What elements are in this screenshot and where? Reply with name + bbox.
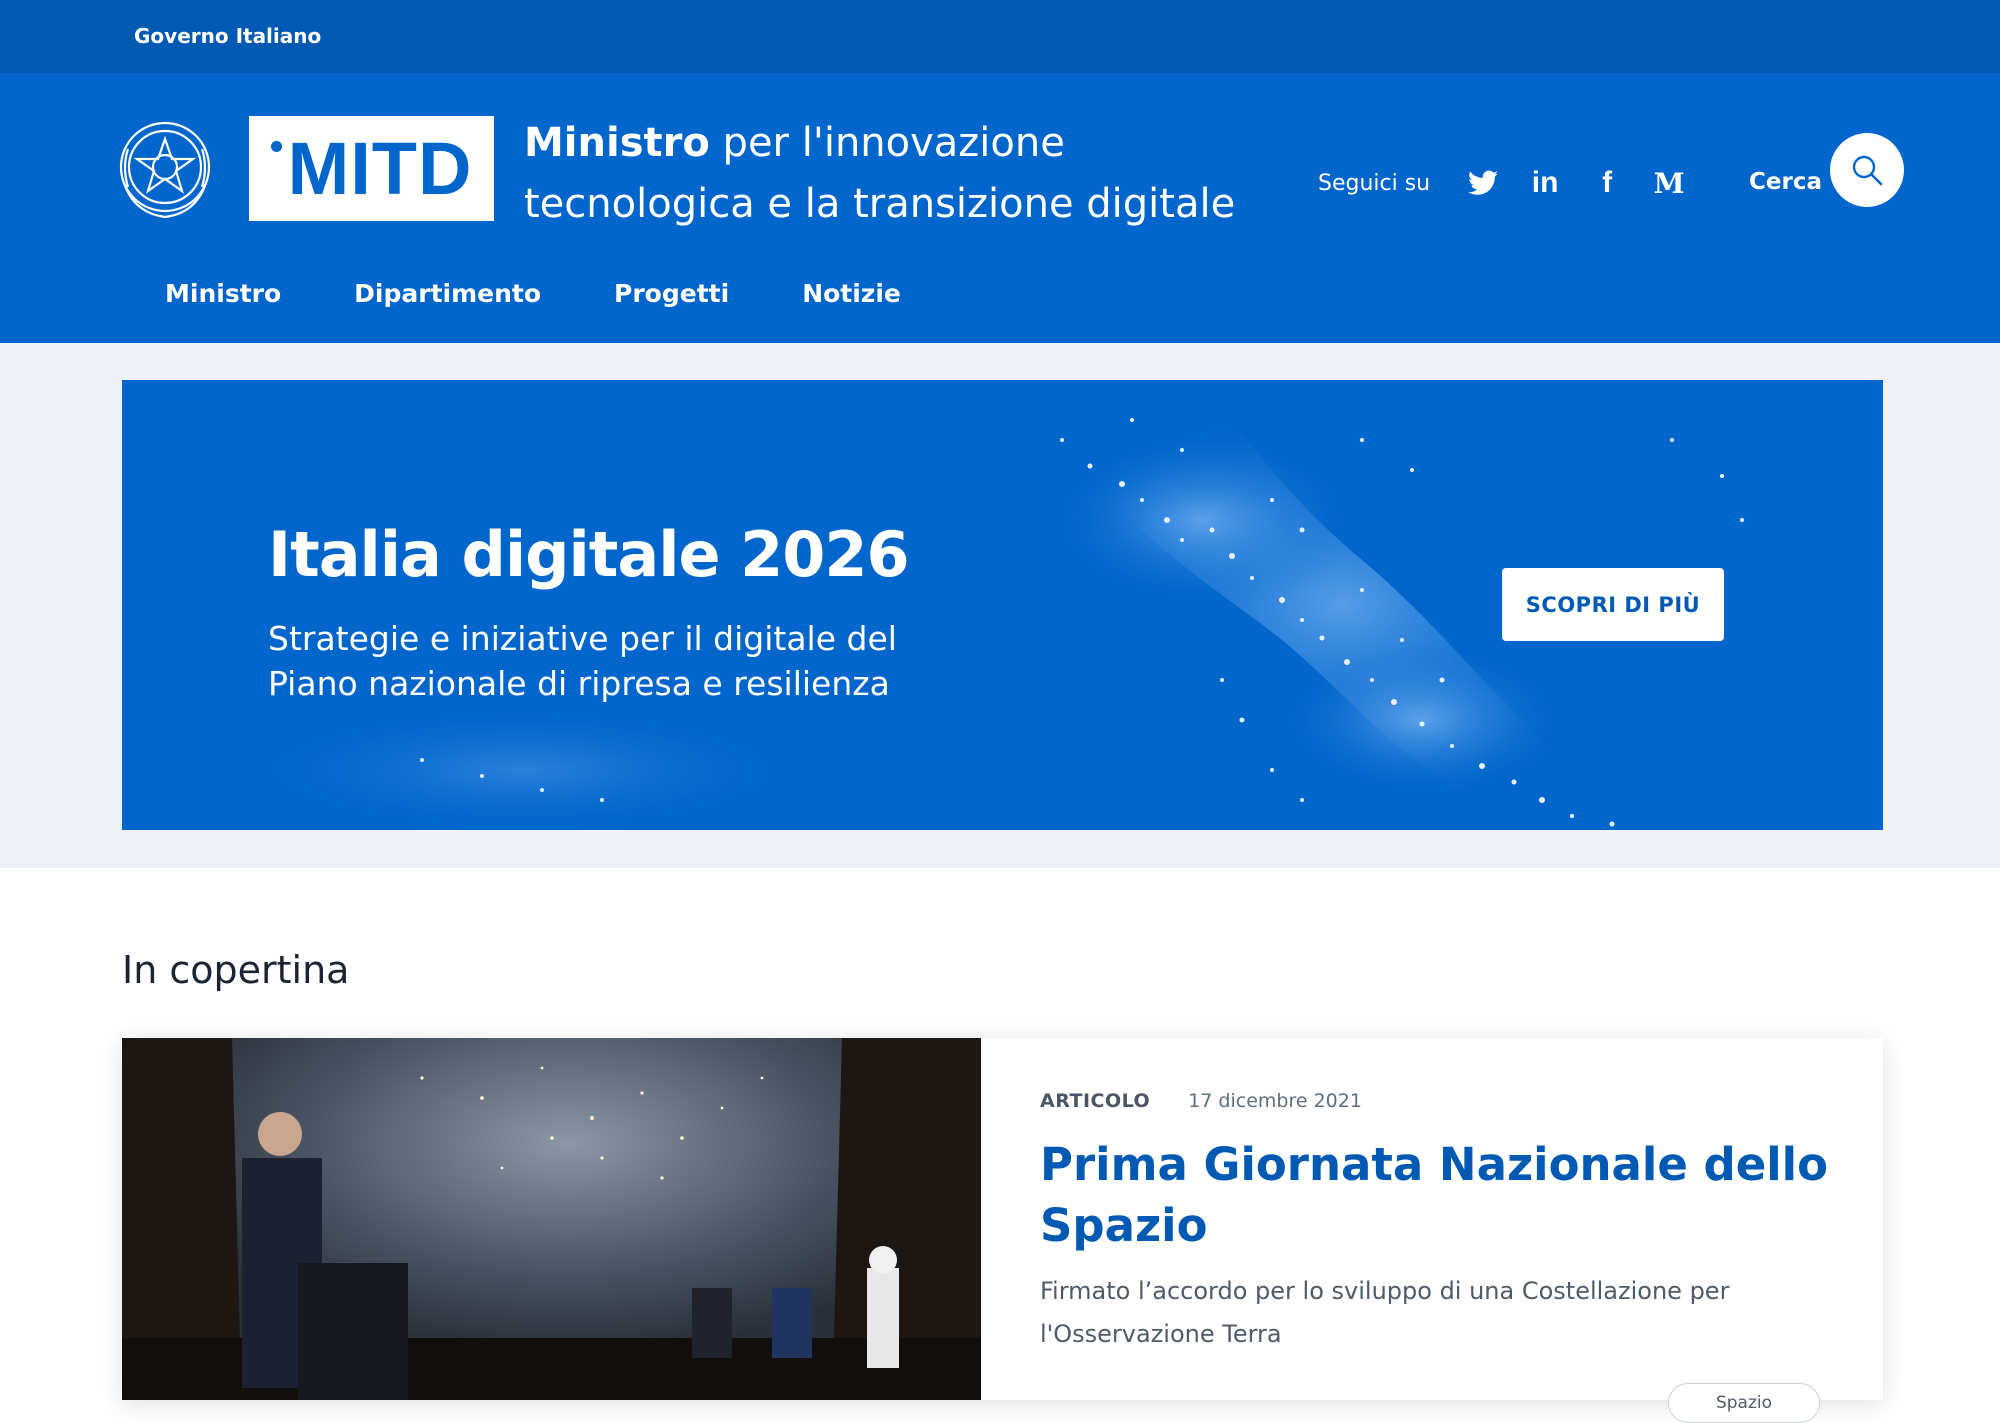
search-label[interactable]: Cerca: [1749, 169, 1822, 195]
card-tag[interactable]: Spazio: [1668, 1383, 1820, 1423]
event-photo: [122, 1038, 981, 1400]
mitd-logo[interactable]: MITD: [249, 116, 494, 221]
hero-section: Italia digitale 2026 Strategie e iniziat…: [0, 343, 2000, 868]
featured-card-image[interactable]: [122, 1038, 981, 1400]
card-category[interactable]: ARTICOLO: [1040, 1090, 1150, 1112]
government-link[interactable]: Governo Italiano: [134, 24, 321, 48]
hero-title: Italia digitale 2026: [268, 518, 910, 591]
facebook-icon[interactable]: f: [1587, 163, 1627, 203]
card-title[interactable]: Prima Giornata Nazionale dello Spazio: [1040, 1134, 1840, 1256]
follow-label: Seguici su: [1318, 170, 1431, 196]
section-title: In copertina: [122, 948, 350, 992]
site-title-bold: Ministro: [524, 120, 710, 166]
hero-banner: Italia digitale 2026 Strategie e iniziat…: [122, 380, 1883, 830]
discover-more-button[interactable]: SCOPRI DI PIÙ: [1502, 568, 1724, 641]
linkedin-icon[interactable]: in: [1525, 163, 1565, 203]
featured-card-body: ARTICOLO 17 dicembre 2021 Prima Giornata…: [1040, 1090, 1840, 1356]
italian-emblem-icon: [119, 121, 211, 219]
nav-item-dipartimento[interactable]: Dipartimento: [354, 279, 541, 308]
hero-subtitle: Strategie e iniziative per il digitale d…: [268, 619, 897, 703]
featured-card[interactable]: ARTICOLO 17 dicembre 2021 Prima Giornata…: [122, 1038, 1883, 1423]
social-links: Seguici su in f M: [1318, 153, 1700, 213]
twitter-icon[interactable]: [1463, 163, 1503, 203]
logo-dot: [270, 141, 282, 152]
nav-item-progetti[interactable]: Progetti: [614, 279, 729, 308]
card-date: 17 dicembre 2021: [1188, 1090, 1362, 1112]
search-button[interactable]: [1830, 133, 1904, 207]
logo-text: MITD: [287, 127, 473, 210]
government-bar: Governo Italiano: [0, 0, 2000, 73]
site-title[interactable]: Ministro per l'innovazione tecnologica e…: [524, 113, 1264, 235]
card-description: Firmato l’accordo per lo sviluppo di una…: [1040, 1277, 1730, 1348]
main-nav: Ministro Dipartimento Progetti Notizie: [165, 273, 974, 313]
medium-icon[interactable]: M: [1649, 163, 1689, 203]
nav-item-ministro[interactable]: Ministro: [165, 279, 281, 308]
card-meta: ARTICOLO 17 dicembre 2021: [1040, 1090, 1840, 1112]
search-icon: [1852, 155, 1883, 186]
site-header: MITD Ministro per l'innovazione tecnolog…: [0, 73, 2000, 343]
nav-item-notizie[interactable]: Notizie: [802, 279, 901, 308]
